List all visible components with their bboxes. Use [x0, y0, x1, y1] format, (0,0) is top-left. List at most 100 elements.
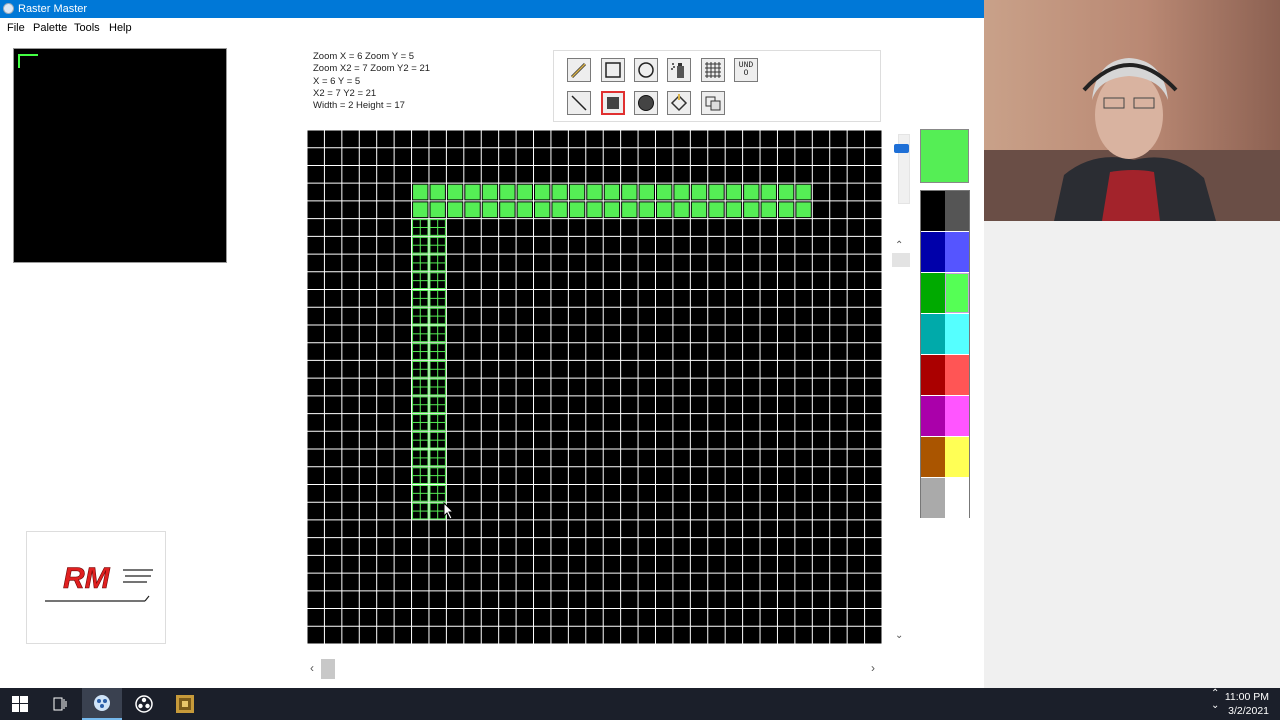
- circle-outline-icon[interactable]: [634, 58, 658, 82]
- filled-pixel[interactable]: [552, 184, 567, 200]
- palette-swatch[interactable]: [945, 478, 969, 518]
- undo-icon[interactable]: UNDO: [734, 58, 758, 82]
- horizontal-scrollbar[interactable]: ‹ ›: [307, 659, 882, 679]
- windows-start-icon[interactable]: [0, 688, 40, 720]
- filled-pixel[interactable]: [639, 202, 654, 218]
- filled-pixel[interactable]: [761, 202, 776, 218]
- filled-pixel[interactable]: [778, 184, 794, 200]
- task-view-icon[interactable]: [40, 688, 80, 720]
- filled-pixel[interactable]: [552, 202, 567, 218]
- pencil-icon[interactable]: [567, 58, 591, 82]
- filled-pixel[interactable]: [778, 202, 794, 218]
- palette-swatch[interactable]: [945, 232, 969, 272]
- filled-pixel[interactable]: [482, 184, 498, 200]
- filled-pixel[interactable]: [796, 202, 811, 218]
- filled-pixel[interactable]: [604, 184, 620, 200]
- palette-swatch[interactable]: [921, 478, 945, 518]
- filled-pixel[interactable]: [622, 202, 637, 218]
- filled-pixel[interactable]: [517, 184, 533, 200]
- filled-pixel[interactable]: [674, 202, 689, 218]
- system-clock[interactable]: 11:00 PM 3/2/2021: [1225, 690, 1269, 718]
- filled-rectangle-icon[interactable]: [601, 91, 625, 115]
- filled-pixel[interactable]: [744, 184, 759, 200]
- filled-pixel[interactable]: [622, 184, 637, 200]
- filled-pixel[interactable]: [500, 184, 515, 200]
- zoom-slider-thumb[interactable]: [894, 144, 909, 153]
- tray-chevron-icon[interactable]: ⌃ ⌄: [1211, 688, 1219, 712]
- filled-pixel[interactable]: [413, 184, 428, 200]
- scroll-left-arrow-icon[interactable]: ‹: [310, 661, 314, 675]
- palette-swatch[interactable]: [921, 232, 945, 272]
- palette-swatch[interactable]: [945, 314, 969, 354]
- filled-pixel[interactable]: [569, 202, 585, 218]
- vertical-scroll-thumb[interactable]: [892, 253, 910, 267]
- palette-swatch[interactable]: [945, 191, 969, 231]
- palette-swatch[interactable]: [921, 191, 945, 231]
- palette-swatch[interactable]: [921, 273, 945, 313]
- obs-icon[interactable]: [124, 688, 164, 720]
- palette-swatch[interactable]: [921, 437, 945, 477]
- palette-swatch[interactable]: [921, 355, 945, 395]
- select-copy-icon[interactable]: [701, 91, 725, 115]
- clock-date: 3/2/2021: [1228, 705, 1269, 717]
- filled-pixel[interactable]: [465, 184, 480, 200]
- scroll-up-arrow-icon[interactable]: ⌃: [895, 240, 903, 251]
- palette-swatch[interactable]: [945, 355, 969, 395]
- filled-pixel[interactable]: [587, 184, 602, 200]
- filled-pixel[interactable]: [413, 202, 428, 218]
- filled-pixel[interactable]: [761, 184, 776, 200]
- filled-pixel[interactable]: [691, 202, 707, 218]
- fill-bucket-icon[interactable]: [667, 91, 691, 115]
- filled-pixel[interactable]: [517, 202, 533, 218]
- filled-pixel[interactable]: [709, 184, 724, 200]
- paint-spray-icon[interactable]: [667, 58, 691, 82]
- horizontal-scroll-thumb[interactable]: [321, 659, 335, 679]
- filled-pixel[interactable]: [447, 202, 463, 218]
- line-icon[interactable]: [567, 91, 591, 115]
- dosbox-icon[interactable]: [165, 688, 205, 720]
- mouse-pointer-icon: [443, 502, 455, 520]
- filled-pixel[interactable]: [447, 184, 463, 200]
- filled-pixel[interactable]: [500, 202, 515, 218]
- filled-pixel[interactable]: [639, 184, 654, 200]
- filled-circle-icon[interactable]: [634, 91, 658, 115]
- app-icon: [3, 3, 14, 14]
- pixel-grid[interactable]: [307, 130, 882, 644]
- filled-pixel[interactable]: [482, 202, 498, 218]
- palette-swatch[interactable]: [921, 314, 945, 354]
- filled-pixel[interactable]: [535, 184, 550, 200]
- rectangle-outline-icon[interactable]: [601, 58, 625, 82]
- menu-tools[interactable]: Tools: [74, 22, 100, 34]
- palette-swatch[interactable]: [945, 273, 969, 313]
- filled-pixel[interactable]: [569, 184, 585, 200]
- filled-pixel[interactable]: [796, 184, 811, 200]
- menu-palette[interactable]: Palette: [33, 22, 67, 34]
- grid-icon[interactable]: [701, 58, 725, 82]
- filled-pixel[interactable]: [709, 202, 724, 218]
- palette-swatch[interactable]: [921, 396, 945, 436]
- menu-file[interactable]: File: [7, 22, 25, 34]
- filled-pixel[interactable]: [604, 202, 620, 218]
- palette-swatch[interactable]: [945, 396, 969, 436]
- menu-help[interactable]: Help: [109, 22, 132, 34]
- filled-pixel[interactable]: [691, 184, 707, 200]
- scroll-down-arrow-icon[interactable]: ⌄: [895, 630, 903, 641]
- filled-pixel[interactable]: [430, 184, 445, 200]
- filled-pixel[interactable]: [674, 184, 689, 200]
- title-bar: Raster Master: [0, 0, 984, 18]
- filled-pixel[interactable]: [726, 184, 742, 200]
- scroll-right-arrow-icon[interactable]: ›: [871, 661, 875, 675]
- filled-pixel[interactable]: [656, 202, 672, 218]
- palette-swatch[interactable]: [945, 437, 969, 477]
- filled-pixel[interactable]: [535, 202, 550, 218]
- filled-pixel[interactable]: [465, 202, 480, 218]
- filled-pixel[interactable]: [744, 202, 759, 218]
- filled-pixel[interactable]: [430, 202, 445, 218]
- pixel-grid-canvas[interactable]: [307, 130, 882, 644]
- filled-pixel[interactable]: [726, 202, 742, 218]
- filled-pixel[interactable]: [587, 202, 602, 218]
- raster-master-icon[interactable]: [82, 688, 122, 720]
- color-palette: [920, 190, 970, 518]
- sprite-preview: [13, 48, 227, 263]
- filled-pixel[interactable]: [656, 184, 672, 200]
